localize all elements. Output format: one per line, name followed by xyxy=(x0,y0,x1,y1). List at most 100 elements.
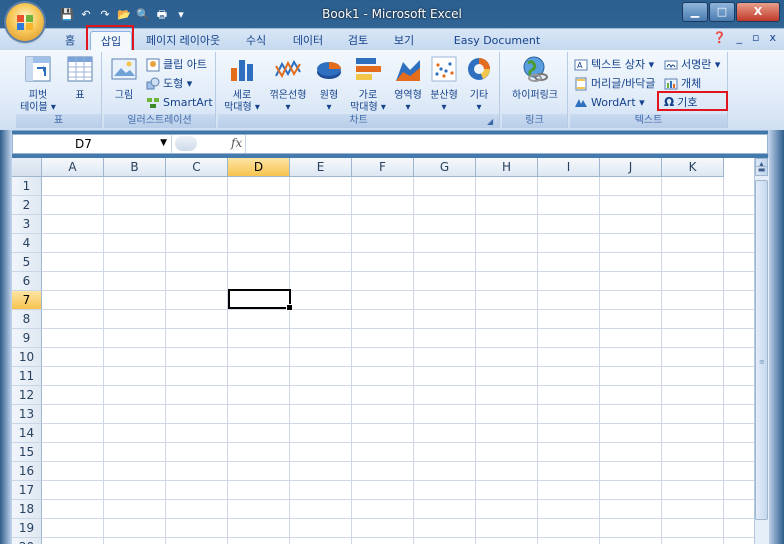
vertical-scrollbar[interactable]: ▲ ▬ ≡ xyxy=(754,158,769,544)
column-header-f[interactable]: F xyxy=(352,158,414,177)
group-illustrations: 그림 클립 아트 도형 ▾ SmartArt 일러스트레이션 xyxy=(104,52,216,128)
column-header-e[interactable]: E xyxy=(290,158,352,177)
column-header-g[interactable]: G xyxy=(414,158,476,177)
hyperlink-button[interactable]: 하이퍼링크 xyxy=(504,54,566,102)
smartart-icon xyxy=(147,97,159,108)
name-box-dropdown-icon[interactable]: ▼ xyxy=(160,138,167,148)
row-header-16[interactable]: 16 xyxy=(12,462,42,481)
row-gridline xyxy=(42,309,754,310)
row-gridline xyxy=(42,423,754,424)
row-header-14[interactable]: 14 xyxy=(12,424,42,443)
tab-view[interactable]: 보기 xyxy=(386,31,422,50)
split-box-icon[interactable]: ▬ xyxy=(755,166,768,176)
row-header-2[interactable]: 2 xyxy=(12,196,42,215)
workbook-restore-button[interactable]: ▫ xyxy=(752,31,759,44)
table-button[interactable]: 표 xyxy=(62,54,98,102)
row-header-3[interactable]: 3 xyxy=(12,215,42,234)
column-header-j[interactable]: J xyxy=(600,158,662,177)
insert-tab-highlight xyxy=(86,25,134,52)
tab-formulas[interactable]: 수식 xyxy=(238,31,274,50)
row-header-13[interactable]: 13 xyxy=(12,405,42,424)
office-button[interactable] xyxy=(6,3,44,41)
column-header-b[interactable]: B xyxy=(104,158,166,177)
pivot-table-icon xyxy=(25,56,51,82)
row-header-15[interactable]: 15 xyxy=(12,443,42,462)
object-button[interactable]: 개체 xyxy=(664,75,701,92)
row-header-9[interactable]: 9 xyxy=(12,329,42,348)
column-header-a[interactable]: A xyxy=(42,158,104,177)
row-header-7[interactable]: 7 xyxy=(12,291,42,310)
column-header-i[interactable]: I xyxy=(538,158,600,177)
row-gridline xyxy=(42,518,754,519)
row-header-12[interactable]: 12 xyxy=(12,386,42,405)
area-chart-icon xyxy=(396,60,420,81)
column-chart-button[interactable]: 세로 막대형 ▾ xyxy=(220,54,264,114)
wordart-button[interactable]: WordArt ▾ xyxy=(574,94,645,111)
name-box[interactable]: D7 ▼ xyxy=(13,135,172,153)
column-chart-label: 세로 막대형 ▾ xyxy=(224,90,260,113)
table-label: 표 xyxy=(75,90,85,101)
help-icon[interactable]: ❓ xyxy=(713,31,727,44)
formula-bar-splitter[interactable] xyxy=(175,136,197,151)
pie-chart-button[interactable]: 원형 ▾ xyxy=(312,54,346,114)
smartart-button[interactable]: SmartArt xyxy=(146,94,213,111)
workbook-close-button[interactable]: x xyxy=(769,31,776,44)
tab-data[interactable]: 데이터 xyxy=(286,31,330,50)
charts-dialog-launcher-icon[interactable]: ◢ xyxy=(487,117,497,127)
picture-icon xyxy=(111,58,137,80)
row-header-18[interactable]: 18 xyxy=(12,500,42,519)
row-header-6[interactable]: 6 xyxy=(12,272,42,291)
column-header-d[interactable]: D xyxy=(228,158,290,177)
line-chart-button[interactable]: 꺾은선형 ▾ xyxy=(266,54,310,114)
row-header-11[interactable]: 11 xyxy=(12,367,42,386)
row-gridline xyxy=(42,404,754,405)
row-header-8[interactable]: 8 xyxy=(12,310,42,329)
scroll-thumb[interactable]: ≡ xyxy=(755,180,768,520)
other-charts-button[interactable]: 기타 ▾ xyxy=(462,54,496,114)
row-gridline xyxy=(42,214,754,215)
tab-easy-document-creator[interactable]: Easy Document Creator xyxy=(432,31,562,66)
tab-home[interactable]: 홈 xyxy=(58,31,82,50)
row-header-4[interactable]: 4 xyxy=(12,234,42,253)
column-header-c[interactable]: C xyxy=(166,158,228,177)
formula-controls: fx xyxy=(173,135,246,153)
picture-button[interactable]: 그림 xyxy=(106,54,142,102)
row-header-5[interactable]: 5 xyxy=(12,253,42,272)
bar-chart-button[interactable]: 가로 막대형 ▾ xyxy=(346,54,390,114)
wordart-icon xyxy=(575,98,587,107)
row-header-1[interactable]: 1 xyxy=(12,177,42,196)
tab-review[interactable]: 검토 xyxy=(340,31,376,50)
close-button[interactable]: X xyxy=(736,2,780,22)
tab-page-layout[interactable]: 페이지 레이아웃 xyxy=(140,31,226,50)
scatter-chart-button[interactable]: 분산형 ▾ xyxy=(426,54,462,114)
row-gridline xyxy=(42,385,754,386)
minimize-button[interactable]: ▁ xyxy=(682,2,708,22)
shapes-icon xyxy=(146,77,160,89)
text-box-button[interactable]: A 텍스트 상자 ▾ xyxy=(574,56,654,73)
worksheet-grid[interactable]: A B C D E F G H I J K 1 2 3 4 5 6 7 8 9 10 11 12 13 14 15 16 17 18 19… xyxy=(12,158,754,544)
column-header-k[interactable]: K xyxy=(662,158,724,177)
row-header-17[interactable]: 17 xyxy=(12,481,42,500)
shapes-button[interactable]: 도형 ▾ xyxy=(146,75,192,92)
row-gridline xyxy=(42,252,754,253)
row-header-10[interactable]: 10 xyxy=(12,348,42,367)
maximize-button[interactable]: □ xyxy=(709,2,735,22)
row-gridline xyxy=(42,480,754,481)
area-chart-button[interactable]: 영역형 ▾ xyxy=(390,54,426,114)
clip-art-button[interactable]: 클립 아트 xyxy=(146,56,207,73)
signature-line-button[interactable]: 서명란 ▾ xyxy=(664,56,720,73)
row-header-20[interactable]: 20 xyxy=(12,538,42,544)
ribbon-help-controls: ❓ _ ▫ x xyxy=(713,31,776,44)
row-gridline xyxy=(42,347,754,348)
pivot-table-button[interactable]: 피벗 테이블 ▾ xyxy=(18,54,58,114)
row-gridline xyxy=(42,328,754,329)
name-box-value: D7 xyxy=(75,137,92,151)
shapes-label: 도형 ▾ xyxy=(163,77,193,90)
insert-function-icon[interactable]: fx xyxy=(231,136,242,150)
column-header-h[interactable]: H xyxy=(476,158,538,177)
header-footer-button[interactable]: 머리글/바닥글 xyxy=(574,75,655,92)
workbook-minimize-button[interactable]: _ xyxy=(737,31,743,44)
row-header-19[interactable]: 19 xyxy=(12,519,42,538)
select-all-corner[interactable] xyxy=(12,158,42,177)
clip-art-icon xyxy=(146,58,160,71)
